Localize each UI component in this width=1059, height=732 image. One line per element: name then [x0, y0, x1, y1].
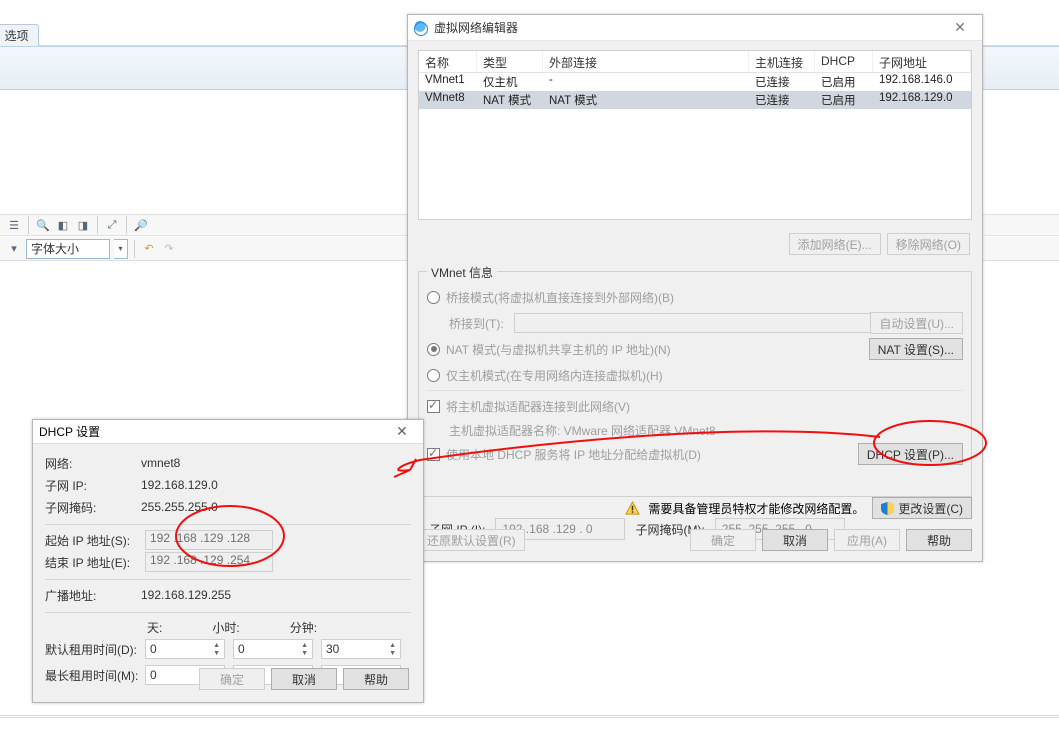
dhcp-cancel-button[interactable]: 取消: [271, 668, 337, 690]
end-ip-input: 192 .168 .129 .254: [145, 552, 273, 572]
remove-network-button: 移除网络(O): [887, 233, 970, 255]
host-adapter-check: [427, 400, 440, 413]
table-header: 名称 类型 外部连接 主机连接 DHCP 子网地址: [419, 51, 971, 73]
page-tab-options[interactable]: 选项: [0, 24, 39, 46]
auto-settings-button: 自动设置(U)...: [870, 312, 963, 334]
nat-settings-button[interactable]: NAT 设置(S)...: [869, 338, 963, 360]
hostonly-radio: [427, 369, 440, 382]
days-label: 天:: [147, 619, 162, 636]
network-editor-window: 虚拟网络编辑器 ✕ 名称 类型 外部连接 主机连接 DHCP 子网地址 VMne…: [407, 14, 983, 562]
def-days-input[interactable]: 0▲▼: [145, 639, 225, 659]
mask-value: 255.255.255.0: [141, 500, 218, 514]
separator: [45, 612, 411, 613]
hostonly-label: 仅主机模式(在专用网络内连接虚拟机)(H): [446, 367, 663, 384]
dhcp-title: DHCP 设置: [39, 423, 100, 440]
bcast-value: 192.168.129.255: [141, 588, 231, 602]
host-adapter-label: 将主机虚拟适配器连接到此网络(V): [446, 398, 630, 415]
start-ip-input: 192 .168 .129 .128: [145, 530, 273, 550]
dhcp-settings-button[interactable]: DHCP 设置(P)...: [858, 443, 963, 465]
def-hours-input[interactable]: 0▲▼: [233, 639, 313, 659]
restore-defaults-button: 还原默认设置(R): [418, 529, 525, 551]
bridge-label: 桥接模式(将虚拟机直接连接到外部网络)(B): [446, 289, 674, 306]
separator: [45, 524, 411, 525]
warn-text: 需要具备管理员特权才能修改网络配置。: [648, 500, 864, 517]
net-value: vmnet8: [141, 456, 180, 470]
help-button[interactable]: 帮助: [906, 529, 972, 551]
dhcp-ok-button: 确定: [199, 668, 265, 690]
bridge-radio: [427, 291, 440, 304]
app-icon: [412, 20, 428, 36]
bcast-label: 广播地址:: [45, 587, 141, 604]
separator: [45, 579, 411, 580]
adapter-name-label: 主机虚拟适配器名称: VMware 网络适配器 VMnet8: [449, 422, 716, 439]
col-name[interactable]: 名称: [419, 51, 477, 72]
mask-label: 子网掩码:: [45, 499, 141, 516]
hours-label: 小时:: [212, 619, 239, 636]
apply-button: 应用(A): [834, 529, 900, 551]
subnet-value: 192.168.129.0: [141, 478, 218, 492]
change-settings-button[interactable]: 更改设置(C): [872, 497, 972, 519]
def-lease-label: 默认租用时间(D):: [45, 641, 145, 658]
close-icon[interactable]: ✕: [387, 422, 417, 442]
table-row[interactable]: VMnet1 仅主机 - 已连接 已启用 192.168.146.0: [419, 73, 971, 91]
start-ip-label: 起始 IP 地址(S):: [45, 532, 145, 549]
bridge-to-label: 桥接到(T):: [449, 315, 504, 332]
col-type[interactable]: 类型: [477, 51, 543, 72]
binoculars-icon[interactable]: 🔍: [35, 217, 51, 233]
window-title: 虚拟网络编辑器: [434, 19, 942, 36]
col-subnet[interactable]: 子网地址: [873, 51, 971, 72]
cancel-button[interactable]: 取消: [762, 529, 828, 551]
search-page-icon[interactable]: 🔎: [133, 217, 149, 233]
nat-radio: [427, 343, 440, 356]
toolbar-icon[interactable]: ◧: [55, 217, 71, 233]
dhcp-help-button[interactable]: 帮助: [343, 668, 409, 690]
font-size-input[interactable]: [26, 239, 110, 259]
add-network-button: 添加网络(E)...: [789, 233, 881, 255]
page-separator: [0, 715, 1059, 718]
toolbar-icon[interactable]: ◨: [75, 217, 91, 233]
col-host[interactable]: 主机连接: [749, 51, 815, 72]
font-size-dropdown[interactable]: ▾: [114, 239, 128, 259]
col-dhcp[interactable]: DHCP: [815, 51, 873, 72]
ok-button: 确定: [690, 529, 756, 551]
mins-label: 分钟:: [290, 619, 317, 636]
tool-icon[interactable]: ☰: [6, 217, 22, 233]
redo-icon[interactable]: ↷: [161, 241, 177, 257]
dhcp-service-check: [427, 448, 440, 461]
col-ext[interactable]: 外部连接: [543, 51, 749, 72]
subnet-label: 子网 IP:: [45, 477, 141, 494]
net-label: 网络:: [45, 455, 141, 472]
warning-icon: [625, 501, 640, 516]
nat-label: NAT 模式(与虚拟机共享主机的 IP 地址)(N): [446, 341, 671, 358]
network-table[interactable]: 名称 类型 外部连接 主机连接 DHCP 子网地址 VMnet1 仅主机 - 已…: [418, 50, 972, 220]
end-ip-label: 结束 IP 地址(E):: [45, 554, 145, 571]
expand-icon[interactable]: ⤢: [104, 217, 120, 233]
def-mins-input[interactable]: 30▲▼: [321, 639, 401, 659]
vmnet-info-title: VMnet 信息: [427, 264, 497, 281]
table-row[interactable]: VMnet8 NAT 模式 NAT 模式 已连接 已启用 192.168.129…: [419, 91, 971, 109]
dhcp-service-label: 使用本地 DHCP 服务将 IP 地址分配给虚拟机(D): [446, 446, 701, 463]
close-icon[interactable]: ✕: [942, 17, 978, 39]
undo-icon[interactable]: ↶: [141, 241, 157, 257]
dhcp-settings-dialog: DHCP 设置 ✕ 网络:vmnet8 子网 IP:192.168.129.0 …: [32, 419, 424, 703]
dropdown-icon[interactable]: ▾: [6, 241, 22, 257]
